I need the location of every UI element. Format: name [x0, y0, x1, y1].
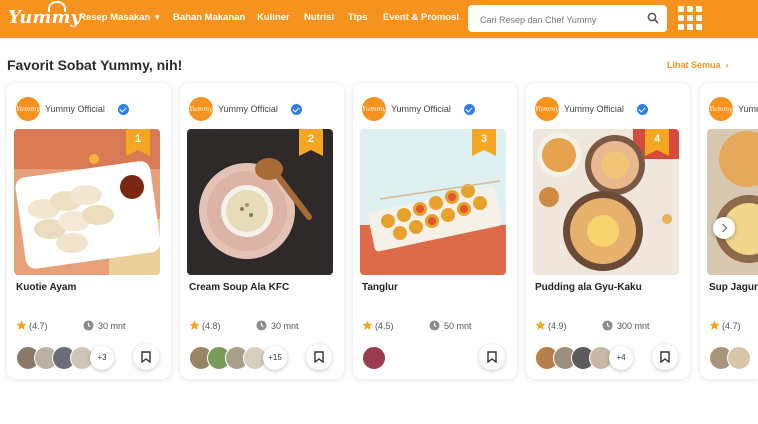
author-name[interactable]: Yummy Official	[564, 104, 624, 114]
nav-event-promosi[interactable]: Event & Promosi	[383, 0, 459, 38]
nav-resep-masakan[interactable]: Resep Masakan ▼	[79, 0, 161, 38]
recipe-card[interactable]: Yummy Yummy Official 2 Cream Soup Ala KF…	[180, 83, 344, 379]
star-icon	[709, 320, 720, 330]
cook-time-value: 300 mnt	[617, 321, 650, 331]
bookmark-button[interactable]	[652, 344, 678, 370]
bookmark-button[interactable]	[479, 344, 505, 370]
bookmark-icon	[487, 351, 497, 363]
cook-time-value: 30 mnt	[271, 321, 299, 331]
verified-badge-icon	[637, 104, 648, 115]
user-avatar	[727, 346, 751, 370]
top-navigation-bar: Yummy Resep Masakan ▼ Bahan Makanan Kulin…	[0, 0, 758, 38]
recipe-title[interactable]: Pudding ala Gyu-Kaku	[535, 282, 642, 293]
clock-icon	[602, 320, 613, 331]
nav-label: Tips	[348, 12, 368, 23]
author-name[interactable]: Yummy Official	[218, 104, 278, 114]
author-avatar[interactable]: Yummy	[535, 97, 559, 121]
bookmark-icon	[314, 351, 324, 363]
rating-value: (4.5)	[375, 321, 394, 331]
star-icon	[362, 320, 373, 330]
chef-hat-icon	[48, 1, 66, 12]
recipe-photo[interactable]	[707, 129, 758, 275]
clock-icon	[83, 320, 94, 331]
recipe-card[interactable]: Yummy Yummy Official 4 Pudding ala Gyu-K…	[526, 83, 690, 379]
rating: (4.5)	[362, 320, 394, 331]
verified-badge-icon	[118, 104, 129, 115]
nav-label: Event & Promosi	[383, 12, 460, 23]
nav-tips[interactable]: Tips	[348, 0, 367, 38]
cook-time: 30 mnt	[256, 320, 299, 331]
rank-number: 3	[480, 133, 488, 145]
see-all-link[interactable]: Lihat Semua ›	[667, 60, 729, 70]
rank-badge: 1	[126, 129, 150, 156]
verified-badge-icon	[291, 104, 302, 115]
search-input[interactable]	[478, 11, 642, 28]
chevron-right-icon: ›	[725, 60, 729, 70]
author-name[interactable]: Yummy Official	[738, 104, 758, 114]
cook-time: 50 mnt	[429, 320, 472, 331]
star-icon	[16, 320, 27, 330]
bookmark-icon	[660, 351, 670, 363]
recipe-title[interactable]: Cream Soup Ala KFC	[189, 282, 289, 293]
recipe-card[interactable]: Yummy Yummy Official 3 Tanglur (4.5) 50 …	[353, 83, 517, 379]
cook-time: 300 mnt	[602, 320, 650, 331]
nav-nutrisi[interactable]: Nutrisi	[304, 0, 334, 38]
cook-time: 30 mnt	[83, 320, 126, 331]
rating: (4.8)	[189, 320, 221, 331]
bookmark-button[interactable]	[306, 344, 332, 370]
apps-grid-icon[interactable]	[678, 6, 702, 30]
section-title: Favorit Sobat Yummy, nih!	[7, 57, 183, 73]
see-all-label: Lihat Semua	[667, 60, 721, 70]
star-icon	[189, 320, 200, 330]
rating-value: (4.8)	[202, 321, 221, 331]
bookmark-icon	[141, 351, 151, 363]
rank-badge: 2	[299, 129, 323, 156]
carousel-next-button[interactable]	[713, 217, 735, 239]
rating-value: (4.7)	[29, 321, 48, 331]
cook-time-value: 50 mnt	[444, 321, 472, 331]
more-avatars-count[interactable]: +3	[90, 346, 114, 370]
verified-badge-icon	[464, 104, 475, 115]
rank-number: 1	[134, 133, 142, 145]
author-name[interactable]: Yummy Official	[45, 104, 105, 114]
clock-icon	[429, 320, 440, 331]
author-avatar[interactable]: Yummy	[189, 97, 213, 121]
star-icon	[535, 320, 546, 330]
author-name[interactable]: Yummy Official	[391, 104, 451, 114]
rank-number: 4	[653, 133, 661, 145]
recipe-title[interactable]: Tanglur	[362, 282, 398, 293]
rank-number: 2	[307, 133, 315, 145]
recipe-title[interactable]: Sup Jagung	[709, 282, 758, 293]
nav-bahan-makanan[interactable]: Bahan Makanan	[173, 0, 245, 38]
yummy-logo[interactable]: Yummy	[8, 1, 81, 32]
nav-label: Nutrisi	[304, 12, 335, 23]
cook-time-value: 30 mnt	[98, 321, 126, 331]
rank-badge: 3	[472, 129, 496, 156]
search-icon[interactable]	[647, 12, 659, 24]
nav-label: Resep Masakan	[79, 12, 151, 23]
nav-label: Kuliner	[257, 12, 290, 23]
bookmark-button[interactable]	[133, 344, 159, 370]
clock-icon	[256, 320, 267, 331]
author-avatar[interactable]: Yummy	[709, 97, 733, 121]
chevron-down-icon: ▼	[153, 13, 162, 22]
rating: (4.9)	[535, 320, 567, 331]
recipe-card[interactable]: Yummy Yummy Official 1 Kuotie Ayam (4.7)…	[7, 83, 171, 379]
rating-value: (4.9)	[548, 321, 567, 331]
search-box	[468, 5, 667, 32]
author-avatar[interactable]: Yummy	[16, 97, 40, 121]
nav-kuliner[interactable]: Kuliner	[257, 0, 290, 38]
recipe-title[interactable]: Kuotie Ayam	[16, 282, 76, 293]
user-avatar	[362, 346, 386, 370]
logo-text: Yummy	[8, 7, 81, 28]
nav-label: Bahan Makanan	[173, 12, 246, 23]
rating-value: (4.7)	[722, 321, 741, 331]
rating: (4.7)	[709, 320, 741, 331]
author-avatar[interactable]: Yummy	[362, 97, 386, 121]
more-avatars-count[interactable]: +15	[263, 346, 287, 370]
rating: (4.7)	[16, 320, 48, 331]
more-avatars-count[interactable]: +4	[609, 346, 633, 370]
rank-badge: 4	[645, 129, 669, 156]
